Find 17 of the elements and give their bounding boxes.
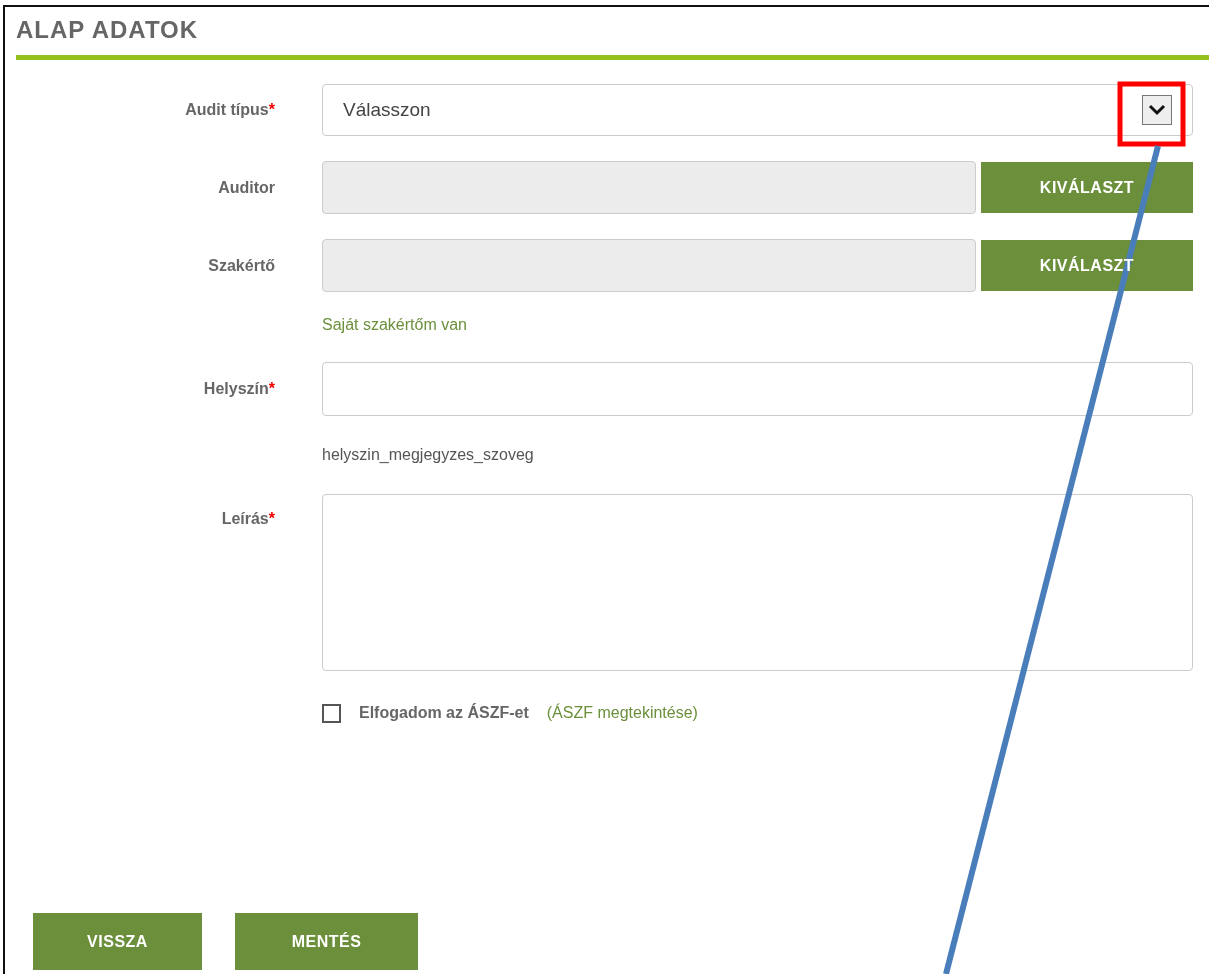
field-label: Audit típus* <box>185 101 275 119</box>
link[interactable]: (ÁSZF megtekintése) <box>546 704 698 722</box>
checkbox[interactable] <box>322 703 341 723</box>
select-field[interactable]: Válasszon <box>322 84 1193 136</box>
field-label: Leírás* <box>221 510 275 528</box>
field-label: Szakértő <box>208 256 275 275</box>
text-area[interactable] <box>322 494 1193 671</box>
checkbox-label: Elfogadom az ÁSZF-et <box>359 704 529 722</box>
field-label: Helyszín* <box>203 380 275 398</box>
input-field[interactable] <box>322 362 1193 416</box>
field-label: Auditor <box>218 178 275 197</box>
link[interactable]: Saját szakértőm van <box>322 316 1193 334</box>
highlight-box <box>1117 81 1186 147</box>
section-title: ALAP ADATOK <box>15 15 200 44</box>
hint-text: helyszin_megjegyzes_szoveg <box>322 446 535 464</box>
back-button[interactable]: VISSZA <box>33 913 202 970</box>
save-button[interactable]: MENTÉS <box>235 913 418 970</box>
